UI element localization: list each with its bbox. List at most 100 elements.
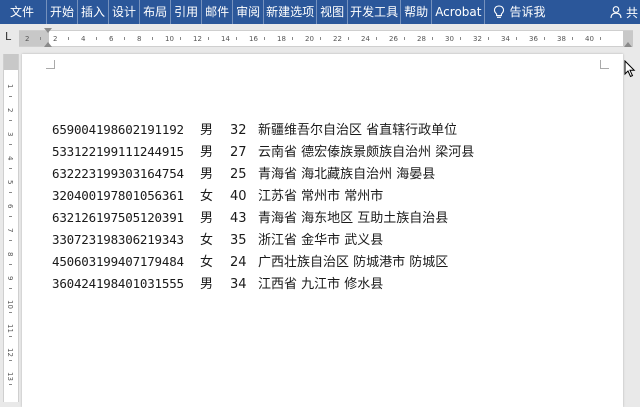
- tab-home[interactable]: 开始: [47, 0, 79, 24]
- vertical-ruler-tick-mark: [9, 192, 12, 193]
- document-line[interactable]: 533122199111244915 男 27 云南省 德宏傣族景颇族自治州 梁河县: [52, 141, 474, 163]
- tab-help[interactable]: 帮助: [401, 0, 433, 24]
- vertical-ruler-tick-label: 9: [6, 276, 14, 281]
- vertical-ruler-tick-label: 3: [6, 132, 14, 137]
- document-body[interactable]: 659004198602191192 男 32 新疆维吾尔自治区 省直辖行政单位 533…: [52, 119, 474, 295]
- document-line[interactable]: 632126197505120391 男 43 青海省 海东地区 互助土族自治县: [52, 207, 474, 229]
- region-text: 青海省 海东地区 互助土族自治县: [258, 211, 449, 226]
- vertical-ruler-tick-mark: [9, 264, 12, 265]
- age-text: 24: [230, 255, 247, 270]
- document-line[interactable]: 320400197801056361 女 40 江苏省 常州市 常州市: [52, 185, 474, 207]
- ruler-tick-label: 38: [557, 35, 566, 43]
- ruler-tick-mark: [432, 37, 433, 40]
- tab-review[interactable]: 审阅: [233, 0, 265, 24]
- ruler-tick-label: 6: [109, 35, 114, 43]
- document-page[interactable]: 659004198602191192 男 32 新疆维吾尔自治区 省直辖行政单位 533…: [22, 54, 623, 407]
- vertical-ruler-tick-label: 11: [6, 324, 14, 333]
- age-text: 43: [230, 211, 247, 226]
- ruler-tick-mark: [124, 37, 125, 40]
- document-line[interactable]: 632223199303164754 男 25 青海省 海北藏族自治州 海晏县: [52, 163, 474, 185]
- ruler-tick-label: 28: [417, 35, 426, 43]
- tab-layout[interactable]: 布局: [140, 0, 172, 24]
- horizontal-ruler-row: L 2 2 4 6 8 10 12 14 16 18 20 22 24 26 28 30 32 34 36 38 40: [0, 28, 640, 48]
- left-indent-marker[interactable]: [44, 42, 52, 47]
- tell-me-search[interactable]: 告诉我: [509, 0, 545, 24]
- tab-mailings[interactable]: 邮件: [202, 0, 234, 24]
- ruler-tick-mark: [264, 37, 265, 40]
- tab-references[interactable]: 引用: [171, 0, 203, 24]
- ruler-tick-label: 2: [53, 35, 58, 43]
- right-indent-marker[interactable]: [624, 42, 632, 47]
- vertical-ruler-tick-mark: [9, 360, 12, 361]
- gender-text: 男: [200, 277, 214, 292]
- ruler-tick-mark: [544, 37, 545, 40]
- tab-file[interactable]: 文件: [0, 0, 48, 24]
- share-button[interactable]: 共: [626, 4, 638, 21]
- tab-new-tab[interactable]: 新建选项: [264, 0, 318, 24]
- ruler-tick-mark: [292, 37, 293, 40]
- vertical-ruler-tick-mark: [9, 96, 12, 97]
- ruler-tick-mark: [600, 37, 601, 40]
- ruler-tick-mark: [320, 37, 321, 40]
- ruler-tick-mark: [208, 37, 209, 40]
- vertical-ruler[interactable]: 1 2 3 4 5 6 7 8 9 10 11 12 13: [3, 54, 19, 402]
- ruler-tick-label: 36: [529, 35, 538, 43]
- share-area[interactable]: 共: [608, 0, 640, 24]
- age-text: 40: [230, 189, 247, 204]
- ruler-tick-label: 2: [25, 35, 30, 43]
- region-text: 江苏省 常州市 常州市: [258, 189, 384, 204]
- ruler-tick-mark: [152, 37, 153, 40]
- id-number-text: 659004198602191192: [52, 122, 184, 137]
- tab-insert[interactable]: 插入: [78, 0, 110, 24]
- document-line[interactable]: 450603199407179484 女 24 广西壮族自治区 防城港市 防城区: [52, 251, 474, 273]
- age-text: 35: [230, 233, 247, 248]
- ruler-tick-mark: [404, 37, 405, 40]
- document-line[interactable]: 330723198306219343 女 35 浙江省 金华市 武义县: [52, 229, 474, 251]
- tab-design[interactable]: 设计: [109, 0, 141, 24]
- lightbulb-icon[interactable]: [491, 0, 507, 24]
- gender-text: 女: [200, 255, 214, 270]
- ruler-tick-label: 24: [361, 35, 370, 43]
- age-text: 27: [230, 145, 247, 160]
- tab-acrobat[interactable]: Acrobat: [432, 0, 486, 24]
- id-number-text: 533122199111244915: [52, 144, 184, 159]
- ruler-tick-mark: [96, 37, 97, 40]
- vertical-ruler-tick-label: 13: [6, 372, 14, 381]
- vertical-ruler-tick-label: 8: [6, 252, 14, 257]
- ruler-tick-label: 18: [277, 35, 286, 43]
- first-line-indent-marker[interactable]: [44, 28, 52, 33]
- region-text: 青海省 海北藏族自治州 海晏县: [258, 167, 436, 182]
- ruler-tick-label: 10: [165, 35, 174, 43]
- ruler-tick-label: 26: [389, 35, 398, 43]
- tab-developer[interactable]: 开发工具: [348, 0, 402, 24]
- vertical-ruler-tick-mark: [9, 120, 12, 121]
- id-number-text: 330723198306219343: [52, 232, 184, 247]
- age-text: 34: [230, 277, 247, 292]
- vertical-ruler-tick-mark: [9, 384, 12, 385]
- vertical-ruler-tick-mark: [9, 288, 12, 289]
- ruler-tick-mark: [572, 37, 573, 40]
- id-number-text: 632223199303164754: [52, 166, 184, 181]
- tab-view[interactable]: 视图: [317, 0, 349, 24]
- gender-text: 男: [200, 167, 214, 182]
- ruler-tick-mark: [488, 37, 489, 40]
- vertical-ruler-tick-mark: [9, 216, 12, 217]
- document-line[interactable]: 659004198602191192 男 32 新疆维吾尔自治区 省直辖行政单位: [52, 119, 474, 141]
- person-icon: [608, 0, 624, 24]
- margin-corner-top-right: [600, 60, 609, 69]
- region-text: 广西壮族自治区 防城港市 防城区: [258, 255, 449, 270]
- tab-stop-selector-icon[interactable]: L: [5, 31, 15, 42]
- ruler-top-margin: [4, 54, 18, 70]
- ruler-tick-label: 14: [221, 35, 230, 43]
- ruler-tick-mark: [460, 37, 461, 40]
- region-text: 浙江省 金华市 武义县: [258, 233, 384, 248]
- ruler-tick-mark: [236, 37, 237, 40]
- horizontal-ruler[interactable]: 2 2 4 6 8 10 12 14 16 18 20 22 24 26 28 30 32 34 36 38 40: [19, 30, 633, 47]
- vertical-ruler-tick-mark: [9, 144, 12, 145]
- region-text: 江西省 九江市 修水县: [258, 277, 384, 292]
- region-text: 云南省 德宏傣族景颇族自治州 梁河县: [258, 145, 475, 160]
- mouse-pointer-icon: [624, 59, 636, 78]
- gender-text: 女: [200, 189, 214, 204]
- document-line[interactable]: 360424198401031555 男 34 江西省 九江市 修水县: [52, 273, 474, 295]
- vertical-ruler-tick-label: 12: [6, 348, 14, 357]
